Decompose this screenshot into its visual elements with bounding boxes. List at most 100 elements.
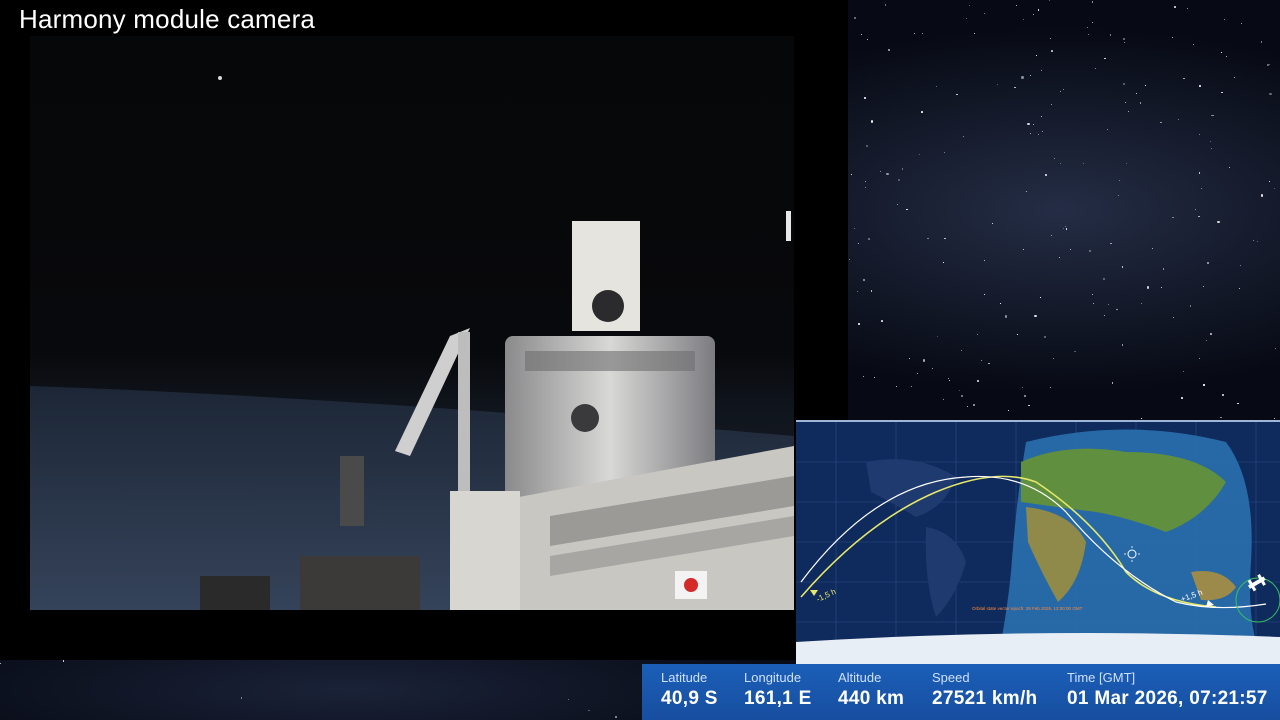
star: [1116, 308, 1118, 310]
north-america: [866, 459, 956, 517]
star: [1027, 123, 1030, 126]
star: [984, 13, 986, 14]
star: [1240, 23, 1242, 24]
star: [853, 227, 855, 229]
iss-ground-track-map: -1,5 h +1,5 h Orbital state vector epoch…: [796, 420, 1280, 666]
star: [870, 290, 873, 292]
star: [588, 709, 590, 711]
south-america: [925, 527, 966, 617]
star: [1091, 21, 1094, 24]
star: [1267, 64, 1269, 66]
longitude-readout: Longitude 161,1 E: [744, 670, 812, 710]
star: [1045, 174, 1047, 176]
star: [860, 34, 862, 35]
latitude-readout: Latitude 40,9 S: [661, 670, 718, 710]
star: [996, 84, 998, 85]
longitude-value: 161,1 E: [744, 688, 812, 709]
star: [1234, 76, 1236, 78]
star: [864, 97, 866, 99]
star: [1107, 304, 1109, 305]
star: [1026, 190, 1028, 192]
camera-feed: [30, 36, 794, 610]
star: [976, 333, 978, 335]
star: [868, 238, 870, 240]
star: [1274, 348, 1276, 349]
star: [1014, 86, 1016, 88]
star: [1050, 234, 1052, 236]
star: [865, 180, 866, 182]
star: [1121, 344, 1124, 346]
star: [848, 259, 851, 261]
star: [1189, 305, 1192, 307]
star: [983, 259, 985, 261]
star: [1237, 402, 1239, 405]
star: [1059, 162, 1061, 164]
star: [870, 120, 873, 123]
star: [1074, 350, 1076, 353]
star: [1192, 43, 1195, 46]
star: [1220, 416, 1222, 419]
star: [931, 367, 933, 369]
star: [1022, 387, 1024, 388]
star: [1209, 141, 1212, 143]
past-time-label: -1,5 h: [815, 587, 837, 604]
star: [1172, 317, 1175, 319]
star: [1198, 171, 1201, 174]
star: [1050, 37, 1052, 39]
star: [1104, 57, 1106, 60]
star: [1070, 249, 1072, 251]
star: [1040, 115, 1042, 117]
star: [1206, 262, 1210, 265]
star: [958, 389, 961, 392]
star: [980, 359, 983, 361]
star: [1177, 119, 1179, 121]
latitude-value: 40,9 S: [661, 688, 718, 709]
star: [1016, 5, 1018, 7]
star: [1256, 241, 1258, 243]
star: [1094, 67, 1096, 69]
star: [1033, 123, 1035, 125]
star: [977, 380, 979, 382]
star: [1135, 93, 1137, 94]
star: [1029, 75, 1032, 77]
star: [1109, 34, 1112, 36]
star: [1049, 0, 1050, 2]
star: [1220, 91, 1223, 94]
star: [1124, 101, 1127, 104]
star: [1118, 194, 1120, 196]
star: [1058, 256, 1060, 258]
star: [1140, 417, 1142, 419]
star: [886, 173, 889, 176]
star: [864, 187, 867, 189]
star: [1110, 242, 1112, 245]
star: [983, 293, 985, 295]
star: [1122, 266, 1124, 268]
star: [1050, 387, 1051, 389]
star: [1225, 55, 1227, 57]
star: [1253, 239, 1255, 241]
star: [1091, 1, 1094, 3]
star: [1021, 76, 1024, 79]
star: [1062, 89, 1064, 91]
star: [910, 385, 913, 388]
star: [991, 223, 993, 225]
star: [1273, 188, 1275, 190]
star: [1022, 248, 1024, 250]
star: [1229, 167, 1231, 169]
star: [874, 376, 876, 379]
star: [1217, 220, 1220, 223]
star: [1139, 102, 1142, 104]
star: [1028, 404, 1030, 407]
star: [1091, 293, 1094, 296]
star: [1022, 18, 1024, 21]
star: [1209, 332, 1212, 335]
star: [1024, 395, 1026, 397]
star: [935, 85, 938, 88]
star: [921, 111, 923, 113]
star: [1040, 297, 1041, 298]
star: [867, 39, 869, 41]
orbital-epoch-caption: Orbital state vector epoch: 28 Feb 2026,…: [972, 606, 1083, 611]
star: [1268, 180, 1270, 182]
star: [1239, 264, 1242, 266]
star: [1050, 104, 1052, 106]
